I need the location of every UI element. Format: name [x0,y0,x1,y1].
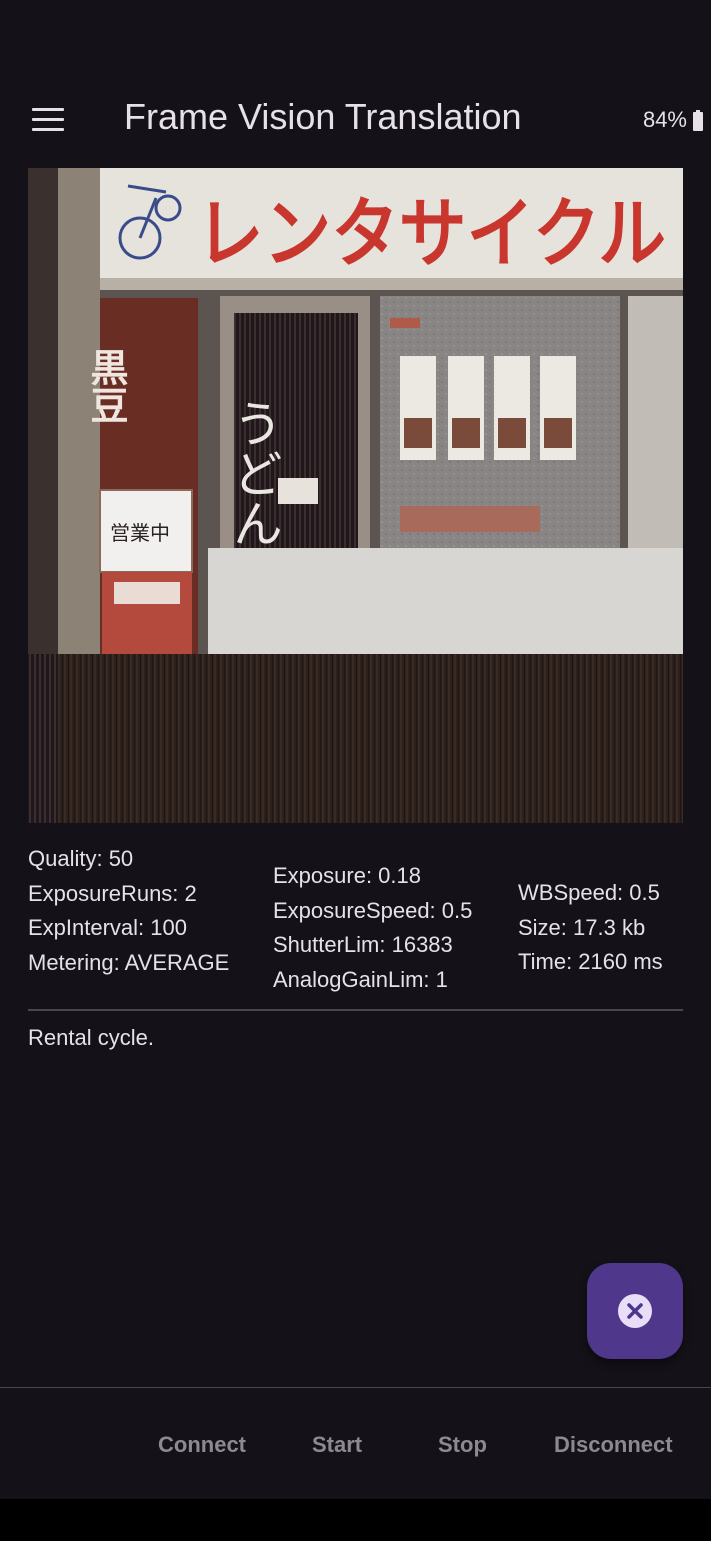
stop-button[interactable]: Stop [438,1432,487,1458]
camera-stats: Quality: 50 ExposureRuns: 2 ExpInterval:… [28,842,683,992]
stat-quality: Quality: 50 [28,846,134,871]
battery-percent: 84% [642,107,687,132]
stat-wb-speed: WBSpeed: 0.5 [518,880,660,905]
stat-exposure-speed: ExposureSpeed: 0.5 [273,897,473,923]
stat-exposure-runs: ExposureRuns: 2 [28,880,197,906]
stat-shutter-lim: ShutterLim: 16383 [273,932,453,957]
stat-metering: Metering: AVERAGE [28,949,230,975]
stat-size: Size: 17.3 kb [518,914,646,940]
camera-photo: レンタサイクル 黒豆 営業中 うどん そば [28,168,683,823]
stats-column-1: Quality: 50 ExposureRuns: 2 ExpInterval:… [28,842,229,980]
divider [28,1009,683,1011]
connect-button[interactable]: Connect [158,1432,246,1458]
battery-icon [693,109,703,131]
stat-time: Time: 2160 ms [518,949,663,974]
fab-button[interactable] [587,1263,683,1359]
menu-icon[interactable] [28,100,68,140]
open-sign-text: 営業中 [110,521,170,545]
app-title: Frame Vision Translation [124,96,522,137]
stats-column-3: WBSpeed: 0.5 Size: 17.3 kb Time: 2160 ms [518,876,663,980]
stat-analog-gain-lim: AnalogGainLim: 1 [273,966,448,992]
banner-text: 黒豆 [84,348,128,424]
system-nav-bar [0,1499,711,1541]
sign-text: レンタサイクル [196,189,666,278]
close-circle-icon [618,1294,652,1328]
screen: Frame Vision Translation 84% レンタサイクル 黒豆 … [0,0,711,1541]
translation-result: Rental cycle. [28,1025,154,1050]
app-bar: Frame Vision Translation 84% [0,80,711,160]
bottom-action-bar: Connect Start Stop Disconnect [0,1387,711,1500]
stat-exp-interval: ExpInterval: 100 [28,915,187,940]
stat-exposure: Exposure: 0.18 [273,863,421,888]
battery-status: 84% [643,107,703,133]
disconnect-button[interactable]: Disconnect [554,1432,673,1458]
start-button[interactable]: Start [312,1432,362,1458]
stats-column-2: Exposure: 0.18 ExposureSpeed: 0.5 Shutte… [273,859,472,997]
